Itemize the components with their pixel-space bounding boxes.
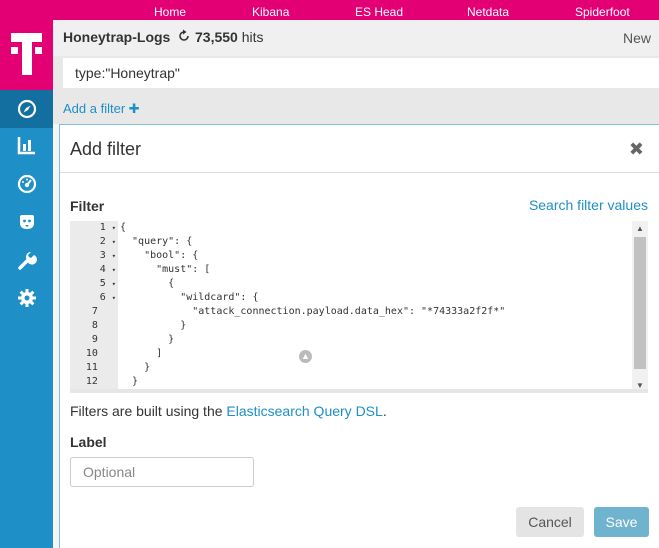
chevron-up-icon[interactable]: ▲ (299, 350, 312, 363)
line-number: 4 ▾ (99, 264, 116, 275)
search-filter-values-link[interactable]: Search filter values (529, 197, 648, 213)
t-logo[interactable] (0, 20, 53, 90)
compass-icon (17, 99, 36, 119)
filter-label: Filter (70, 198, 105, 214)
line-number: 3 ▾ (99, 250, 116, 261)
editor-vertical-scrollbar[interactable]: ▲ ▼ (632, 221, 648, 393)
save-button[interactable]: Save (594, 507, 649, 537)
modal-title: Add filter (70, 139, 142, 159)
nav-netdata-link[interactable]: Netdata (467, 5, 509, 19)
logo-bar (11, 33, 42, 42)
code-line: } (120, 362, 151, 373)
editor-code[interactable]: { "query": { "bool": { "must": [ { "wild… (118, 221, 632, 393)
bar-chart-icon (17, 137, 35, 155)
nav-kibana-link[interactable]: Kibana (252, 5, 289, 19)
line-number: 11 (85, 362, 98, 373)
query-dsl-link[interactable]: Elasticsearch Query DSL (226, 403, 382, 419)
sidebar-item-management[interactable] (0, 279, 53, 317)
hits-label: hits (241, 29, 264, 45)
new-button[interactable]: New (623, 30, 651, 46)
line-number: 12 (85, 376, 98, 387)
logo-stem (22, 42, 32, 75)
logo-dot-left (11, 47, 18, 54)
logo-dot-right (35, 47, 42, 54)
close-icon[interactable]: ✖ (629, 139, 644, 160)
timelion-icon (19, 215, 34, 229)
code-line: } (120, 320, 187, 331)
line-number: 6 ▾ (99, 292, 116, 303)
code-line: "attack_connection.payload.data_hex": "*… (120, 306, 506, 317)
discover-header: Honeytrap-Logs 73,550 hits New (53, 20, 659, 56)
code-line: } (120, 334, 175, 345)
code-line: { (120, 278, 175, 289)
sidebar-item-dashboard[interactable] (0, 165, 53, 203)
sidebar-item-dev-tools[interactable] (0, 242, 53, 280)
nav-home-link[interactable]: Home (154, 5, 186, 19)
code-line: } (120, 376, 139, 387)
plus-icon: ✚ (128, 101, 140, 116)
sidebar-item-visualize[interactable] (0, 126, 53, 164)
line-number: 1 ▾ (99, 222, 116, 233)
label-title: Label (70, 434, 107, 450)
line-number: 8 (91, 320, 98, 331)
top-navigation: Home Kibana ES Head Netdata Spiderfoot (0, 0, 659, 20)
line-number: 5 ▾ (99, 278, 116, 289)
sidebar-item-timelion[interactable] (0, 203, 53, 241)
index-title: Honeytrap-Logs (63, 29, 171, 45)
modal-header: Add filter ✖ (60, 125, 659, 173)
filter-bar: Add a filter ✚ (53, 92, 659, 124)
add-filter-modal: Add filter ✖ Filter Search filter values… (59, 124, 659, 548)
nav-es-head-link[interactable]: ES Head (355, 5, 403, 19)
add-filter-link[interactable]: Add a filter ✚ (63, 101, 140, 117)
gear-icon (17, 289, 36, 307)
query-bar: type:"Honeytrap" (53, 56, 659, 92)
cancel-button[interactable]: Cancel (516, 507, 584, 537)
scrollbar-thumb[interactable] (634, 237, 646, 369)
sidebar (0, 20, 53, 548)
code-line: ] (120, 348, 163, 359)
line-number: 2 ▾ (99, 236, 116, 247)
dsl-help-text: Filters are built using the Elasticsearc… (70, 403, 387, 419)
wrench-icon (17, 252, 37, 270)
scroll-up-icon[interactable]: ▲ (636, 224, 644, 233)
code-line: { (120, 222, 127, 233)
refresh-icon[interactable] (177, 29, 191, 43)
add-filter-label: Add a filter (63, 101, 126, 116)
code-line: "must": [ (120, 264, 211, 275)
line-number: 10 (85, 348, 98, 359)
code-line: "query": { (120, 236, 193, 247)
help-prefix: Filters are built using the (70, 403, 227, 419)
code-line: "wildcard": { (120, 292, 259, 303)
query-input[interactable]: type:"Honeytrap" (63, 58, 659, 88)
label-input[interactable] (70, 457, 254, 487)
editor-horizontal-scrollbar[interactable] (70, 389, 648, 393)
help-suffix: . (382, 403, 387, 419)
line-number: 9 (91, 334, 98, 345)
hits-counter: 73,550 hits (195, 29, 264, 45)
line-number: 7 (91, 306, 98, 317)
sidebar-item-discover[interactable] (0, 90, 53, 128)
hits-count: 73,550 (195, 29, 238, 45)
query-dsl-editor[interactable]: 1 ▾ 2 ▾ 3 ▾ 4 ▾ 5 ▾ 6 ▾ 7 8 9 10 11 12 1… (70, 221, 648, 393)
gauge-icon (17, 174, 36, 194)
code-line: "bool": { (120, 250, 199, 261)
editor-gutter: 1 ▾ 2 ▾ 3 ▾ 4 ▾ 5 ▾ 6 ▾ 7 8 9 10 11 12 1… (70, 221, 118, 393)
nav-spiderfoot-link[interactable]: Spiderfoot (575, 5, 630, 19)
